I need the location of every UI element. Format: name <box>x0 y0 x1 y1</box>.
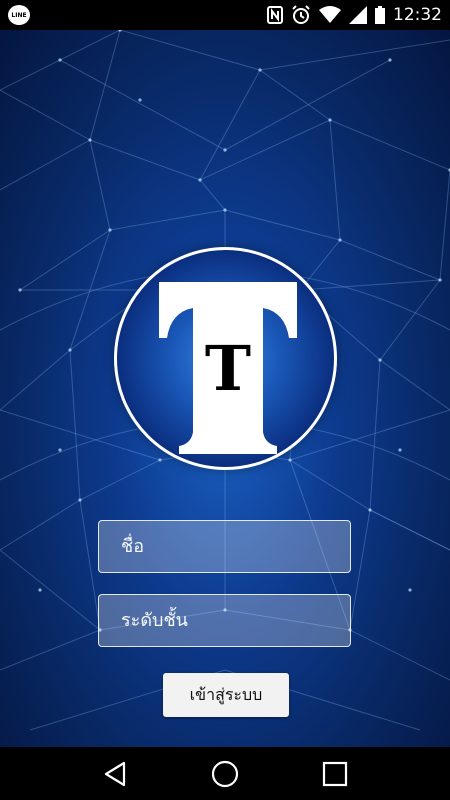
signal-icon <box>349 6 367 24</box>
line-icon: LINE <box>8 5 30 25</box>
home-icon <box>211 760 239 787</box>
logo-emblem: T <box>159 282 297 454</box>
grade-field[interactable] <box>98 594 351 647</box>
app-logo: T <box>114 247 337 470</box>
logo-small-letter: T <box>205 332 251 405</box>
recents-button[interactable] <box>315 754 355 794</box>
recents-icon <box>322 761 348 786</box>
name-input[interactable] <box>121 521 350 572</box>
status-right: 12:32 <box>267 5 442 25</box>
status-left: LINE <box>8 5 30 25</box>
home-button[interactable] <box>205 754 245 794</box>
battery-icon <box>375 6 385 24</box>
wifi-icon <box>319 6 341 23</box>
login-button[interactable]: เข้าสู่ระบบ <box>163 673 289 717</box>
status-time: 12:32 <box>393 5 442 25</box>
grade-input[interactable] <box>121 595 350 646</box>
back-icon <box>104 761 126 786</box>
nfc-icon <box>267 6 283 24</box>
alarm-icon <box>292 5 310 24</box>
name-field[interactable] <box>98 520 351 573</box>
status-bar: LINE 12:32 <box>0 0 450 30</box>
back-button[interactable] <box>95 754 135 794</box>
navigation-bar <box>0 747 450 800</box>
